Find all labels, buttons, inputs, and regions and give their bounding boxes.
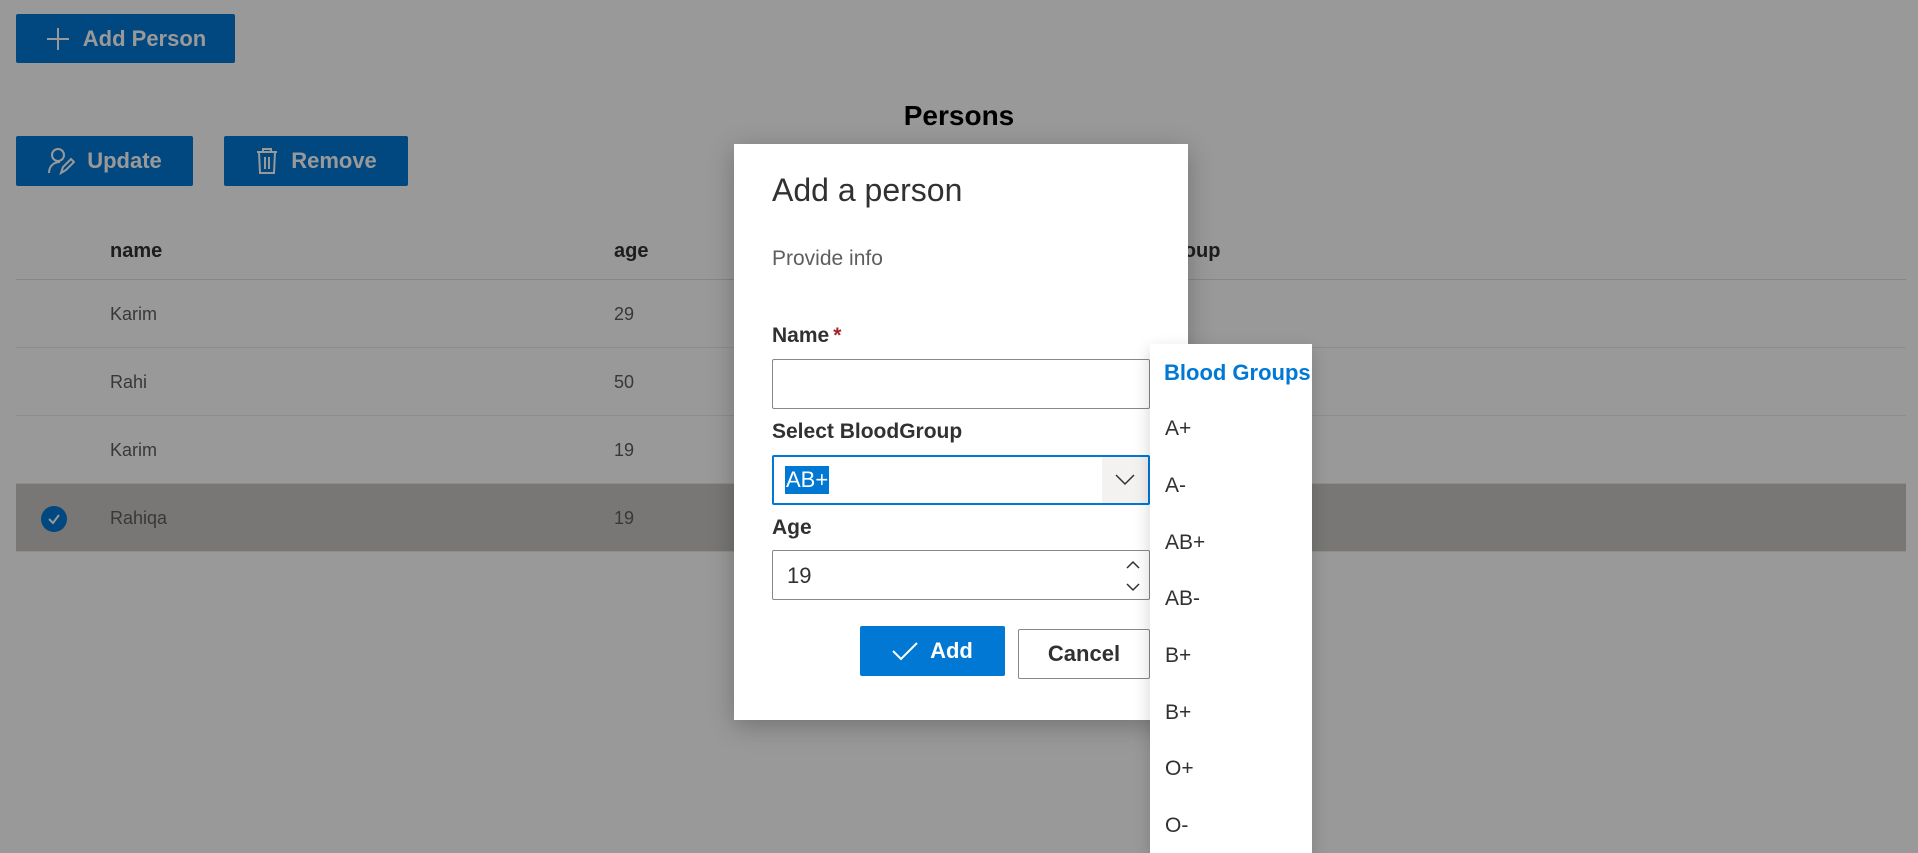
bloodgroup-dropdown: Blood Groups A+ A- AB+ AB- B+ B+ O+ O- [1150, 344, 1312, 853]
dialog-add-button[interactable]: Add [860, 626, 1005, 676]
add-person-dialog: Add a person Provide info Name * Select B… [734, 144, 1188, 720]
bloodgroup-label: Select BloodGroup [772, 420, 963, 443]
dropdown-option[interactable]: A- [1165, 474, 1186, 498]
dropdown-option[interactable]: B+ [1165, 644, 1191, 668]
dropdown-header: Blood Groups [1164, 360, 1311, 385]
dialog-add-label: Add [930, 638, 973, 663]
required-mark: * [833, 324, 842, 347]
name-label: Name * [772, 324, 841, 348]
name-field[interactable] [772, 359, 1150, 409]
bloodgroup-combobox[interactable]: AB+ [772, 455, 1150, 505]
age-value: 19 [787, 563, 812, 588]
name-label-text: Name [772, 324, 830, 347]
dropdown-option[interactable]: A+ [1165, 417, 1191, 441]
dialog-title: Add a person [772, 172, 963, 208]
dropdown-option[interactable]: O+ [1165, 757, 1194, 781]
dropdown-option[interactable]: AB+ [1165, 531, 1205, 555]
dropdown-option[interactable]: O- [1165, 814, 1188, 838]
dialog-subtitle: Provide info [772, 247, 883, 270]
chevron-up-icon[interactable] [1123, 553, 1143, 575]
age-label: Age [772, 516, 812, 539]
bloodgroup-value: AB+ [785, 466, 830, 494]
dropdown-option[interactable]: AB- [1165, 587, 1200, 611]
dropdown-option[interactable]: B+ [1165, 701, 1191, 725]
cancel-button[interactable]: Cancel [1018, 629, 1150, 679]
chevron-down-icon[interactable] [1102, 457, 1148, 503]
chevron-down-icon[interactable] [1123, 576, 1143, 598]
checkmark-icon [892, 642, 918, 661]
age-spin-field[interactable]: 19 [772, 550, 1150, 600]
